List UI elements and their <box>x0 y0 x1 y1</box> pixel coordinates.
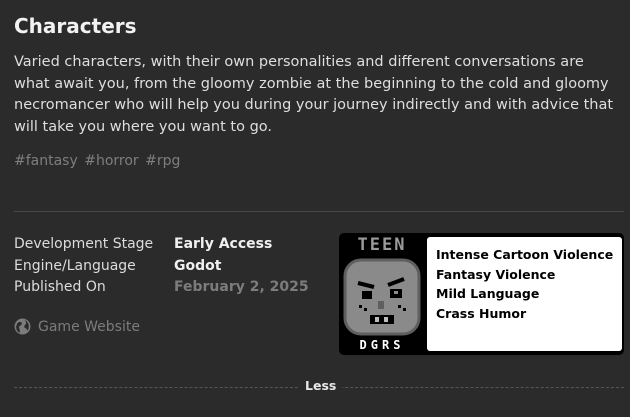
info-value: Godot <box>174 257 222 274</box>
rating-dgrs-label: DGRS <box>359 338 405 352</box>
globe-icon <box>14 318 31 335</box>
info-label: Engine/Language <box>14 257 136 274</box>
divider <box>14 211 624 212</box>
rating-teen-label: TEEN <box>357 235 407 255</box>
rating-descriptor: Intense Cartoon Violence <box>436 247 614 262</box>
tag-list: #fantasy #horror #rpg <box>14 153 182 169</box>
section-description: Varied characters, with their own person… <box>14 54 614 135</box>
age-rating-badge: TEEN DGRS Intense Cartoon Violence Fanta… <box>339 233 624 355</box>
info-row-development-stage: Development Stage Early Access <box>14 234 309 256</box>
info-label: Published On <box>14 279 106 295</box>
info-value: February 2, 2025 <box>174 279 309 295</box>
tag-fantasy[interactable]: #fantasy <box>14 153 78 169</box>
section-title: Characters <box>14 14 137 38</box>
info-value: Early Access <box>174 236 273 252</box>
game-info-table: Development Stage Early Access Engine/La… <box>14 234 309 299</box>
info-row-published-on: Published On February 2, 2025 <box>14 277 309 299</box>
info-label: Development Stage <box>14 236 154 252</box>
game-website-label: Game Website <box>38 318 140 335</box>
less-button[interactable]: Less <box>299 378 343 393</box>
rating-descriptor: Crass Humor <box>436 305 527 321</box>
rating-descriptor: Fantasy Violence <box>436 266 556 282</box>
rating-face-icon <box>343 258 421 336</box>
game-website-link[interactable]: Game Website <box>14 318 140 335</box>
tag-rpg[interactable]: #rpg <box>145 153 180 169</box>
tag-horror[interactable]: #horror <box>84 153 138 169</box>
rating-descriptor: Mild Language <box>436 286 540 301</box>
rating-descriptors-panel: Intense Cartoon Violence Fantasy Violenc… <box>427 237 622 351</box>
info-row-engine: Engine/Language Godot <box>14 256 309 278</box>
